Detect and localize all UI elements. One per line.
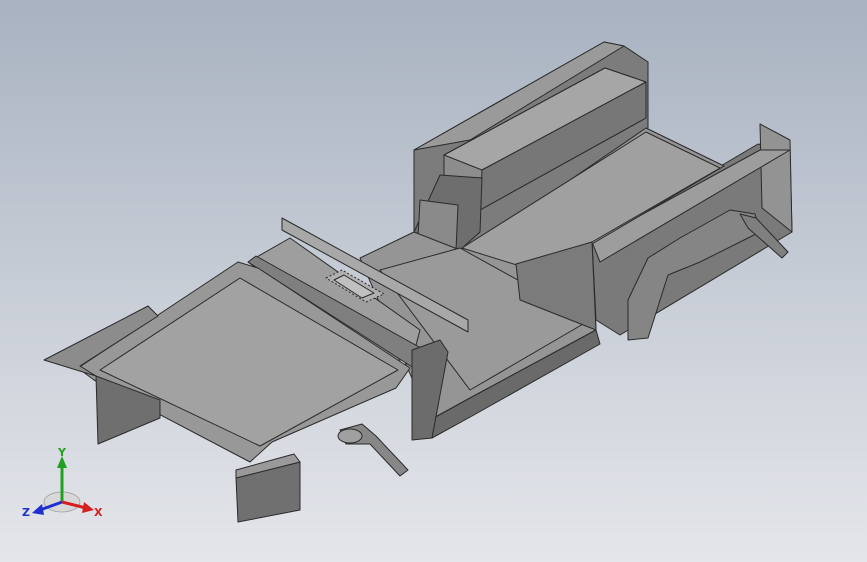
3d-model-view[interactable]	[0, 0, 867, 562]
front-skirt-panel[interactable]	[235, 453, 301, 523]
x-axis-label: X	[94, 506, 103, 519]
y-axis-label: Y	[57, 446, 67, 459]
graphics-viewport[interactable]: Y X Z	[0, 0, 867, 562]
z-axis-arrow-icon	[32, 504, 44, 515]
z-axis-label: Z	[22, 506, 30, 519]
front-mount-bracket[interactable]	[337, 423, 409, 477]
x-axis-arrow-icon	[82, 502, 94, 513]
orientation-triad: Y X Z	[22, 446, 103, 519]
